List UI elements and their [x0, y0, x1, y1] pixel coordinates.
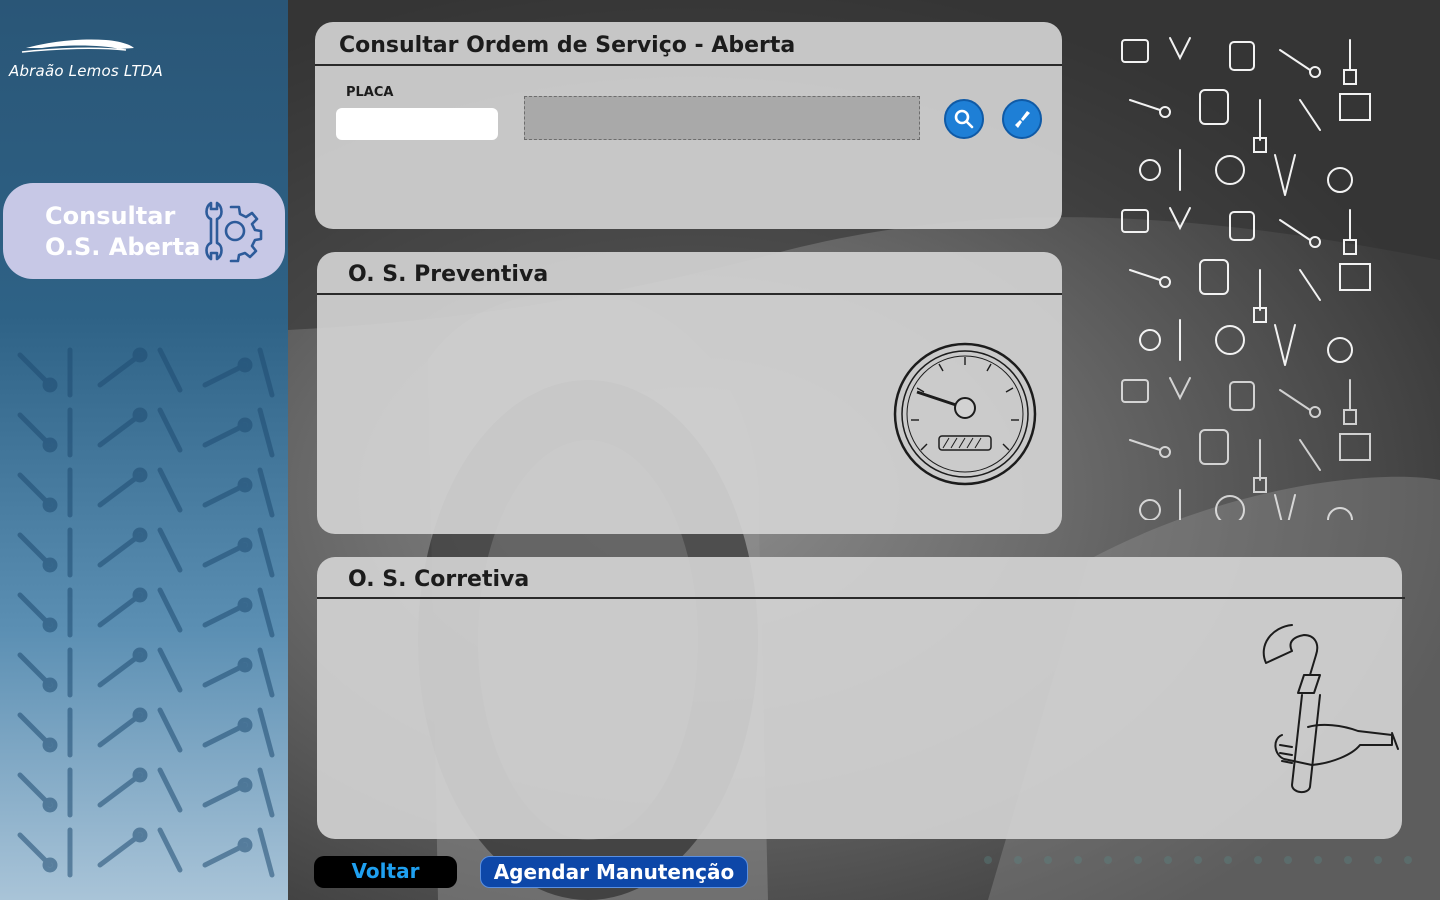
divider	[315, 64, 1062, 66]
consult-panel: Consultar Ordem de Serviço - Aberta PLAC…	[315, 22, 1062, 229]
corretiva-panel: O. S. Corretiva	[317, 557, 1405, 839]
back-button[interactable]: Voltar	[314, 856, 457, 888]
result-field	[524, 96, 920, 140]
placa-label: PLACA	[346, 85, 394, 100]
speedometer-icon	[893, 342, 1037, 486]
preventiva-title: O. S. Preventiva	[348, 262, 549, 287]
search-icon	[954, 109, 974, 129]
sidebar-item-label: Consultar O.S. Aberta	[45, 202, 201, 261]
brand-name: Abraão Lemos LTDA	[9, 62, 163, 80]
schedule-maintenance-button[interactable]: Agendar Manutenção	[480, 856, 748, 888]
sidebar: Abraão Lemos LTDA Consultar O.S. Aberta	[0, 0, 288, 900]
brush-icon	[1015, 111, 1030, 128]
mechanic-doodle-decoration	[1121, 37, 1371, 520]
sidebar-item-consultar-os-aberta[interactable]: Consultar O.S. Aberta	[3, 183, 285, 279]
clear-button[interactable]	[1002, 99, 1042, 139]
preventiva-panel: O. S. Preventiva	[317, 252, 1062, 534]
gear-wrench-icon	[205, 201, 263, 263]
corretiva-title: O. S. Corretiva	[348, 567, 530, 592]
placa-input[interactable]	[336, 108, 498, 140]
tools-pattern-decoration	[17, 347, 275, 890]
pipe-wrench-hand-icon	[1262, 624, 1399, 793]
divider	[317, 293, 1062, 295]
divider	[317, 597, 1405, 599]
consult-title: Consultar Ordem de Serviço - Aberta	[339, 33, 796, 58]
search-button[interactable]	[944, 99, 984, 139]
